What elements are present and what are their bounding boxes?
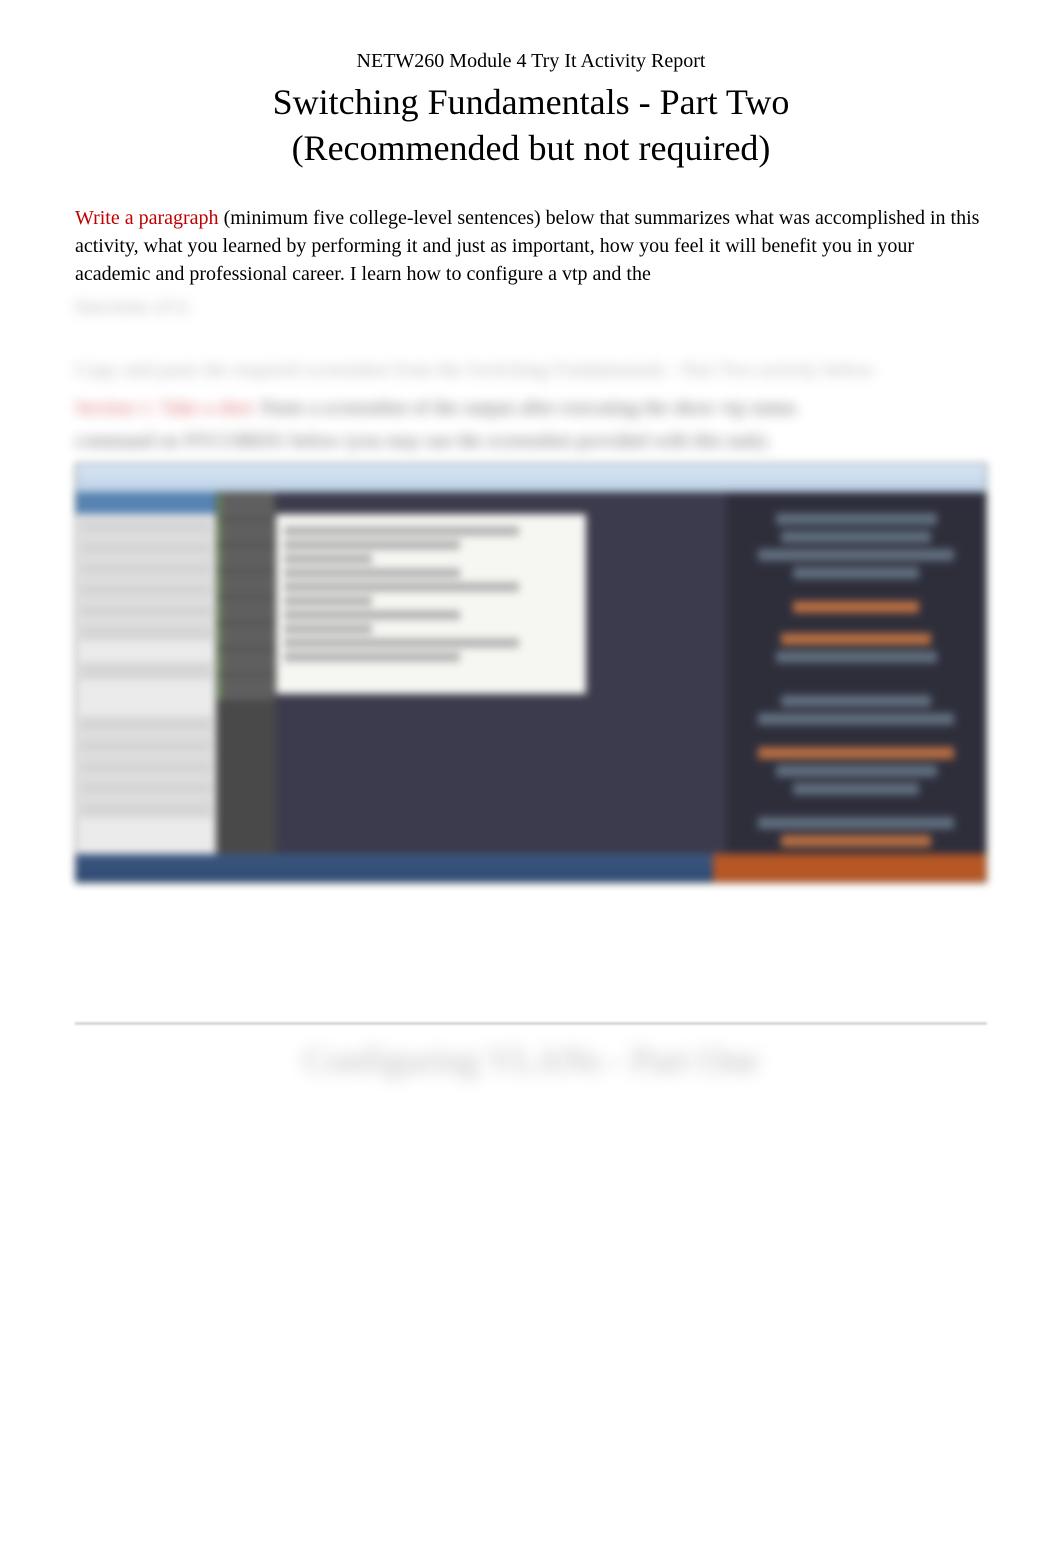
terminal-tab — [218, 572, 274, 596]
terminal-output-line — [284, 652, 460, 662]
left-panel-item — [80, 518, 212, 536]
page-title: Switching Fundamentals - Part Two — [75, 81, 987, 123]
section-body: Paste a screenshot of the output after e… — [262, 397, 797, 419]
info-text-line — [781, 835, 931, 847]
info-text-line — [758, 817, 954, 829]
left-panel-item — [80, 737, 212, 755]
write-paragraph-label: Write a paragraph — [75, 207, 219, 229]
info-text-line — [758, 549, 954, 561]
info-text-line — [758, 747, 954, 759]
left-panel-header — [76, 492, 216, 514]
left-panel-item — [80, 662, 212, 680]
right-info-panel — [726, 492, 986, 854]
terminal-output-line — [284, 554, 372, 564]
terminal-window — [276, 514, 586, 694]
terminal-tab — [218, 546, 274, 570]
section-action: Take a shot: — [160, 397, 256, 419]
section-1-label: Section 1: Take a shot: Paste a screensh… — [75, 397, 987, 420]
left-panel-item — [80, 779, 212, 797]
screenshot-left-panel — [76, 492, 216, 854]
terminal-output-line — [284, 638, 519, 648]
left-panel-item — [80, 623, 212, 641]
left-panel-item — [80, 602, 212, 620]
terminal-output-line — [284, 582, 519, 592]
embedded-screenshot — [75, 463, 987, 883]
terminal-tab — [218, 494, 274, 518]
section-1-body2: command on NYCORE01 below (you may use t… — [75, 430, 987, 453]
left-panel-item — [80, 800, 212, 818]
section-prefix: Section 1: — [75, 397, 156, 419]
next-section-heading: Configuring VLANs - Part One — [75, 1039, 987, 1081]
terminal-output-line — [284, 568, 460, 578]
info-text-line — [776, 651, 937, 663]
screenshot-titlebar — [76, 464, 986, 492]
terminal-output-line — [284, 526, 519, 536]
info-text-line — [793, 601, 920, 613]
left-panel-item — [80, 758, 212, 776]
info-text-line — [776, 765, 937, 777]
info-text-line — [758, 713, 954, 725]
section-divider — [75, 1023, 987, 1024]
instruction-paragraph: Write a paragraph (minimum five college-… — [75, 204, 987, 288]
terminal-tabs — [216, 492, 276, 854]
terminal-output-line — [284, 540, 460, 550]
terminal-tab — [218, 624, 274, 648]
terminal-tab — [218, 650, 274, 674]
terminal-tab — [218, 520, 274, 544]
terminal-output-line — [284, 610, 460, 620]
terminal-output-line — [284, 596, 372, 606]
screenshot-taskbar — [76, 854, 986, 882]
terminal-tab — [218, 598, 274, 622]
info-text-line — [781, 633, 931, 645]
info-text-line — [781, 531, 931, 543]
left-panel-item — [80, 539, 212, 557]
left-panel-item — [80, 716, 212, 734]
terminal-tab — [218, 676, 274, 700]
info-text-line — [776, 513, 937, 525]
info-text-line — [781, 695, 931, 707]
info-text-line — [793, 567, 920, 579]
course-header: NETW260 Module 4 Try It Activity Report — [75, 50, 987, 73]
terminal-output-line — [284, 624, 372, 634]
copy-paste-instruction: Copy and paste the required screenshot f… — [75, 359, 987, 382]
left-panel-item — [80, 560, 212, 578]
blurred-instruction-tail: functions of it. — [75, 296, 987, 319]
page-subtitle: (Recommended but not required) — [75, 127, 987, 169]
info-text-line — [793, 783, 920, 795]
left-panel-item — [80, 581, 212, 599]
